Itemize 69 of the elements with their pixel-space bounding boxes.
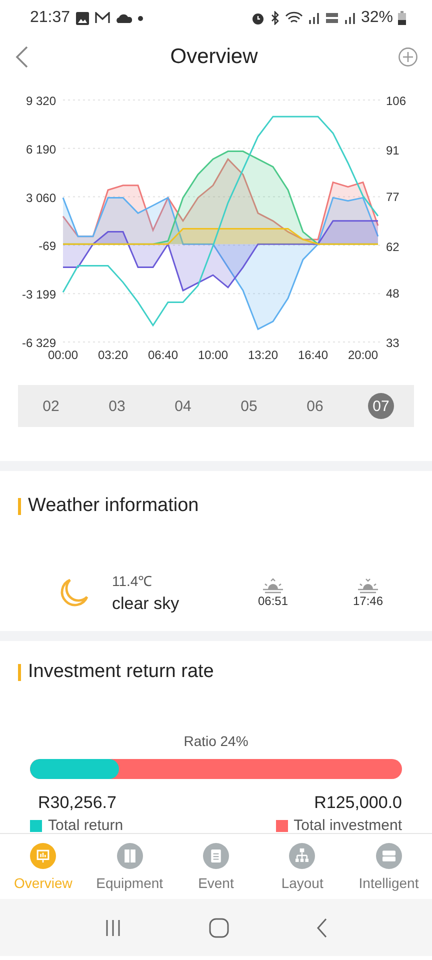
y-axis-label: 3 060 — [26, 190, 56, 205]
alarm-icon — [250, 11, 265, 25]
legend-label: Total investment — [294, 817, 402, 834]
return-amount: R30,256.7 — [38, 793, 116, 813]
battery-percent: 32% — [360, 9, 393, 27]
y-axis-label: -69 — [38, 239, 56, 254]
section-marker — [18, 498, 21, 514]
x-axis-label: 16:40 — [298, 348, 328, 360]
x-axis-label: 00:00 — [48, 348, 78, 360]
x-axis-label: 03:20 — [98, 348, 128, 360]
ratio-label: Ratio 24% — [182, 733, 250, 749]
mail-icon — [95, 12, 110, 24]
date-item[interactable]: 07 — [368, 393, 394, 419]
weather-condition: clear sky — [112, 594, 180, 614]
x-axis-label: 20:00 — [348, 348, 378, 360]
x-axis-label: 06:40 — [148, 348, 178, 360]
date-item[interactable]: 04 — [170, 393, 196, 419]
status-time: 21:37 — [30, 9, 70, 27]
overview-icon — [30, 842, 56, 868]
date-item[interactable]: 03 — [104, 393, 130, 419]
nav-tab[interactable]: Equipment — [88, 842, 171, 890]
section-title: Weather information — [28, 495, 199, 517]
section-marker — [18, 664, 21, 680]
date-item[interactable]: 05 — [236, 393, 262, 419]
signal-icon — [308, 12, 320, 24]
temperature: 11.4℃ — [112, 572, 154, 590]
back-icon[interactable] — [316, 918, 328, 938]
y-axis-label: 62 — [386, 240, 400, 254]
sunrise-icon — [261, 578, 285, 594]
event-icon — [202, 842, 229, 868]
wifi-icon — [284, 11, 303, 25]
y-axis-label: 6 190 — [26, 142, 56, 156]
sunset-icon — [356, 578, 380, 594]
y-axis-label: -3 199 — [22, 288, 56, 302]
date-item[interactable]: 02 — [38, 393, 64, 419]
layout-icon — [289, 842, 316, 868]
moon-icon — [58, 576, 90, 608]
image-icon — [76, 12, 90, 24]
y-axis-label: 48 — [386, 286, 400, 300]
cloud-icon — [116, 13, 132, 23]
x-axis-label: 13:20 — [248, 348, 278, 360]
investment-amount: R125,000.0 — [314, 793, 402, 813]
y-axis-label: 77 — [386, 190, 400, 204]
sunset-time: 17:46 — [352, 594, 384, 608]
equipment-icon — [116, 842, 143, 868]
dot-icon — [138, 16, 144, 20]
add-icon[interactable] — [398, 47, 418, 67]
date-item[interactable]: 06 — [302, 393, 328, 419]
nav-tab[interactable]: Event — [174, 842, 257, 890]
y-axis-label: -6 329 — [22, 336, 56, 350]
bluetooth-icon — [270, 11, 280, 25]
section-title: Investment return rate — [28, 661, 214, 683]
intelligent-icon — [376, 842, 402, 868]
nav-tab[interactable]: Intelligent — [348, 842, 430, 890]
nav-tab[interactable]: Layout — [261, 842, 344, 890]
lte-icon — [324, 11, 339, 25]
y-axis-label: 9 320 — [26, 94, 56, 108]
y-axis-label: 91 — [386, 144, 400, 158]
home-icon[interactable] — [208, 918, 229, 938]
y-axis-label: 33 — [386, 336, 400, 350]
recent-apps-icon[interactable] — [104, 918, 122, 936]
battery-icon — [398, 11, 406, 25]
sunrise-time: 06:51 — [258, 594, 288, 608]
page-title: Overview — [170, 45, 258, 69]
legend-label: Total return — [48, 817, 124, 834]
y-axis-label: 106 — [386, 94, 406, 108]
back-icon[interactable] — [14, 45, 30, 69]
x-axis-label: 10:00 — [198, 348, 228, 360]
signal-icon — [344, 12, 356, 24]
